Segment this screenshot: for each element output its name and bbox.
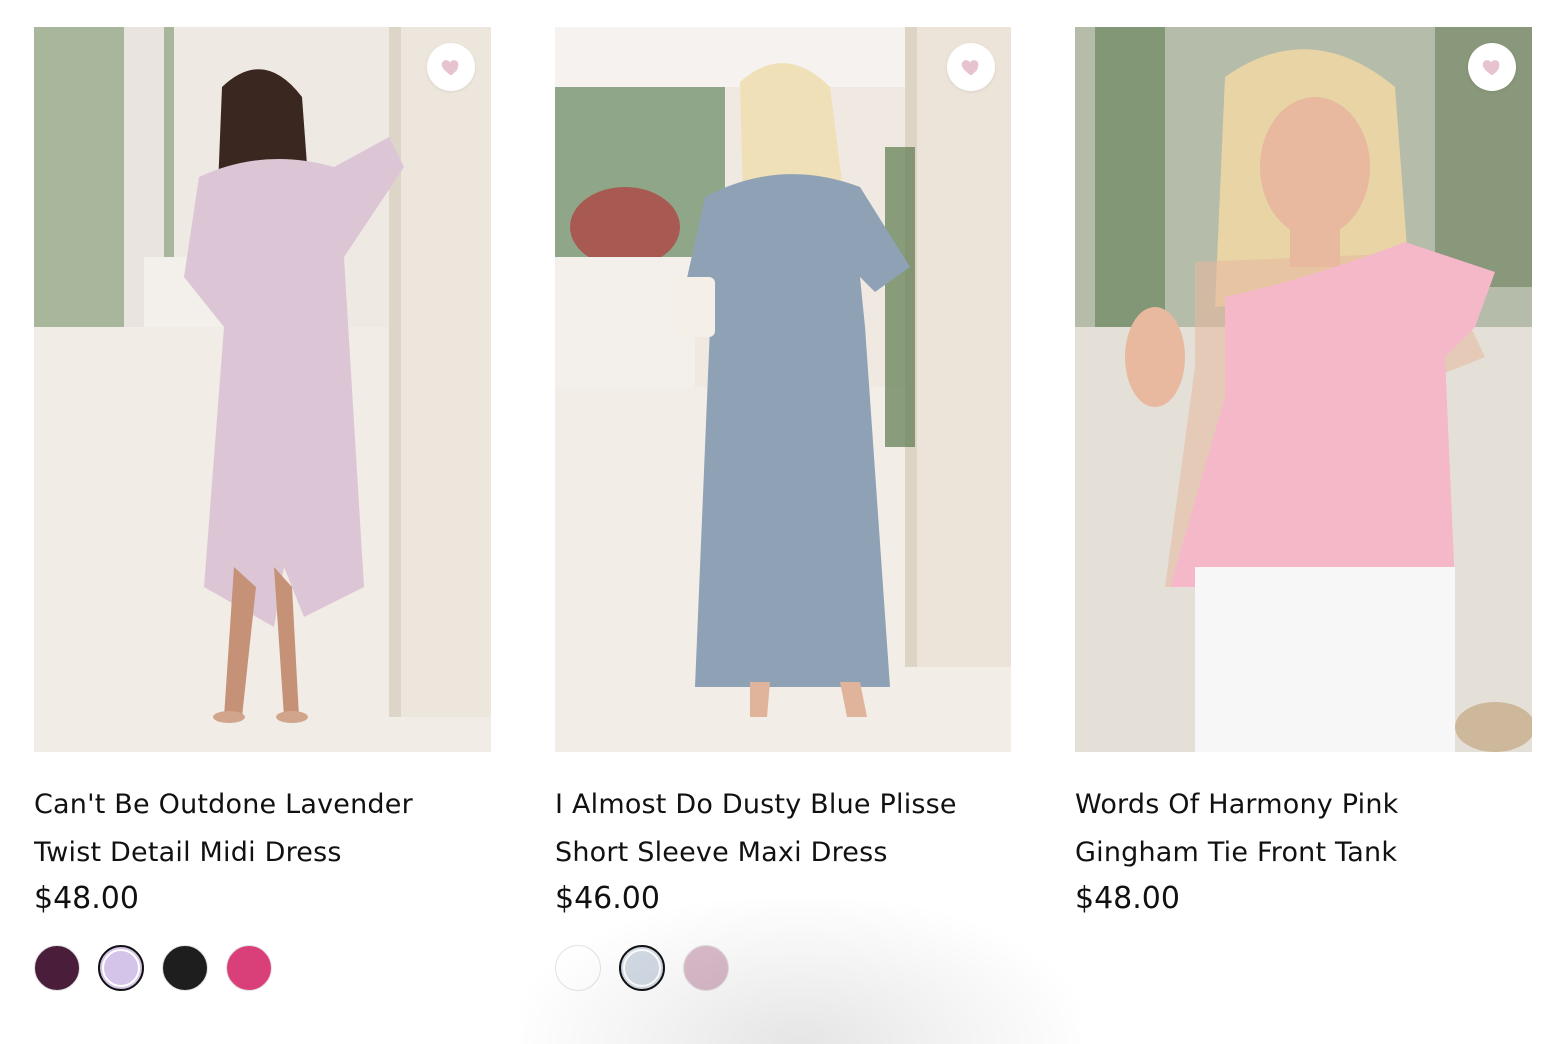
product-title[interactable]: Can't Be Outdone Lavender Twist Detail M… xyxy=(34,781,474,877)
heart-icon xyxy=(961,60,979,76)
product-image[interactable] xyxy=(555,27,1011,752)
product-price: $48.00 xyxy=(34,881,139,916)
model-photo-lavender-dress xyxy=(34,27,491,752)
color-swatch[interactable] xyxy=(555,945,601,991)
product-title[interactable]: I Almost Do Dusty Blue Plisse Short Slee… xyxy=(555,781,995,877)
product-price: $46.00 xyxy=(555,881,660,916)
color-swatch[interactable] xyxy=(226,945,272,991)
color-swatch[interactable] xyxy=(98,945,144,991)
color-swatch[interactable] xyxy=(683,945,729,991)
heart-icon xyxy=(1482,60,1500,76)
product-image[interactable] xyxy=(1075,27,1532,752)
color-swatch[interactable] xyxy=(619,945,665,991)
model-photo-blue-maxi-dress xyxy=(555,27,1011,752)
product-card[interactable]: Words Of Harmony Pink Gingham Tie Front … xyxy=(1075,27,1532,919)
color-swatches xyxy=(555,945,1011,991)
product-grid: Can't Be Outdone Lavender Twist Detail M… xyxy=(0,0,1564,1044)
color-swatch[interactable] xyxy=(34,945,80,991)
product-card[interactable]: Can't Be Outdone Lavender Twist Detail M… xyxy=(34,27,491,991)
wishlist-button[interactable] xyxy=(427,43,475,91)
product-card[interactable]: I Almost Do Dusty Blue Plisse Short Slee… xyxy=(555,27,1011,991)
wishlist-button[interactable] xyxy=(947,43,995,91)
model-photo-pink-gingham-tank xyxy=(1075,27,1532,752)
heart-icon xyxy=(441,60,459,76)
wishlist-button[interactable] xyxy=(1468,43,1516,91)
color-swatch[interactable] xyxy=(162,945,208,991)
product-image[interactable] xyxy=(34,27,491,752)
product-title[interactable]: Words Of Harmony Pink Gingham Tie Front … xyxy=(1075,781,1515,877)
product-price: $48.00 xyxy=(1075,881,1180,916)
color-swatches xyxy=(34,945,491,991)
